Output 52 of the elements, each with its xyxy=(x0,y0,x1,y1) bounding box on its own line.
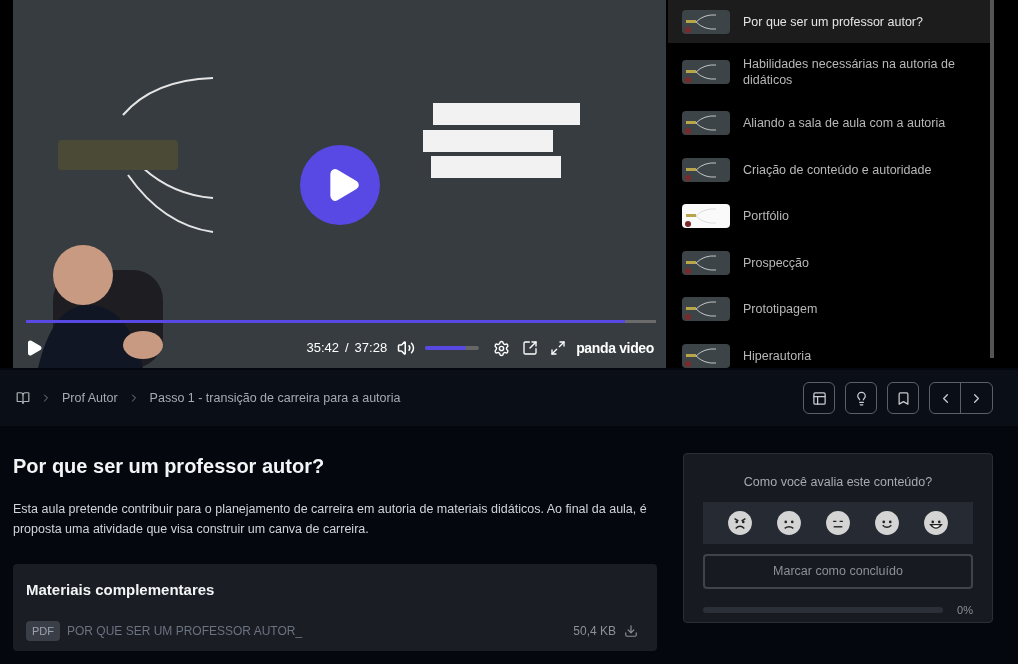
face-icon xyxy=(726,509,753,536)
scrollbar[interactable] xyxy=(990,0,994,358)
settings-button[interactable] xyxy=(493,339,511,357)
rating-face-button[interactable] xyxy=(775,509,802,536)
playlist-item[interactable]: Criação de conteúdo e autoridade xyxy=(668,146,990,193)
popout-button[interactable] xyxy=(522,340,539,356)
volume-button[interactable] xyxy=(397,339,416,357)
playlist-item[interactable]: Prototipagem xyxy=(668,286,990,333)
play-icon xyxy=(25,339,43,357)
video-player[interactable]: 35:42 / 37:28 panda video xyxy=(13,0,666,368)
bookmark-button[interactable] xyxy=(887,382,919,414)
file-link[interactable]: POR QUE SER UM PROFESSOR AUTOR_ xyxy=(67,621,303,640)
rating-face-button[interactable] xyxy=(824,509,851,536)
bookmark-icon xyxy=(895,390,911,406)
face-icon xyxy=(923,509,950,536)
playlist-item[interactable]: Aliando a sala de aula com a autoria xyxy=(668,100,990,147)
face-icon xyxy=(824,509,851,536)
download-icon xyxy=(624,623,638,638)
materials-heading: Materiais complementares xyxy=(26,580,216,600)
rating-face-button[interactable] xyxy=(874,509,901,536)
book-icon xyxy=(16,391,30,405)
breadcrumb-link[interactable]: Prof Autor xyxy=(62,388,118,408)
face-icon xyxy=(874,509,901,536)
rating-face-button[interactable] xyxy=(726,509,753,536)
playlist-item[interactable]: Habilidades necessárias na autoria de didáticos xyxy=(668,43,990,100)
fullscreen-button[interactable] xyxy=(550,340,567,356)
file-type-badge: PDF xyxy=(26,620,60,641)
playlist-item[interactable]: Portfólio xyxy=(668,193,990,240)
mark-complete-button[interactable]: Marcar como concluído xyxy=(703,553,973,589)
lesson-description: Esta aula pretende contribuir para o planejamento de carreira em autoria de materiais didáticos. Ao final da aula, é proposta uma atividade que visa construir um canva de carreira. xyxy=(13,501,648,538)
rating-face-button[interactable] xyxy=(923,509,950,536)
external-link-icon xyxy=(522,340,539,356)
breadcrumb-link[interactable]: Passo 1 - transição de carreira para a autoria xyxy=(149,388,401,408)
rating-question: Como você avalia este conteúdo? xyxy=(742,474,934,491)
face-icon xyxy=(775,509,802,536)
lesson-title: Por que ser um professor autor? xyxy=(13,454,326,479)
volume-track[interactable] xyxy=(425,346,480,350)
current-time: 35:42 xyxy=(306,339,339,358)
completion-percent: 0% xyxy=(957,602,973,618)
playlist-item[interactable]: Prospecção xyxy=(668,239,990,286)
settings-icon xyxy=(493,339,511,357)
lightbulb-button[interactable] xyxy=(845,382,877,414)
total-time: 37:28 xyxy=(354,339,388,358)
layout-icon xyxy=(811,390,827,406)
playlist-item[interactable]: Por que ser um professor autor? xyxy=(668,0,990,43)
brand-logo: panda video xyxy=(576,338,654,358)
fullscreen-icon xyxy=(550,340,567,356)
volume-icon xyxy=(397,339,416,357)
file-size: 50,4 KB xyxy=(573,622,616,640)
download-button[interactable] xyxy=(624,623,638,638)
layout-button[interactable] xyxy=(803,382,835,414)
time-separator: / xyxy=(345,339,349,358)
